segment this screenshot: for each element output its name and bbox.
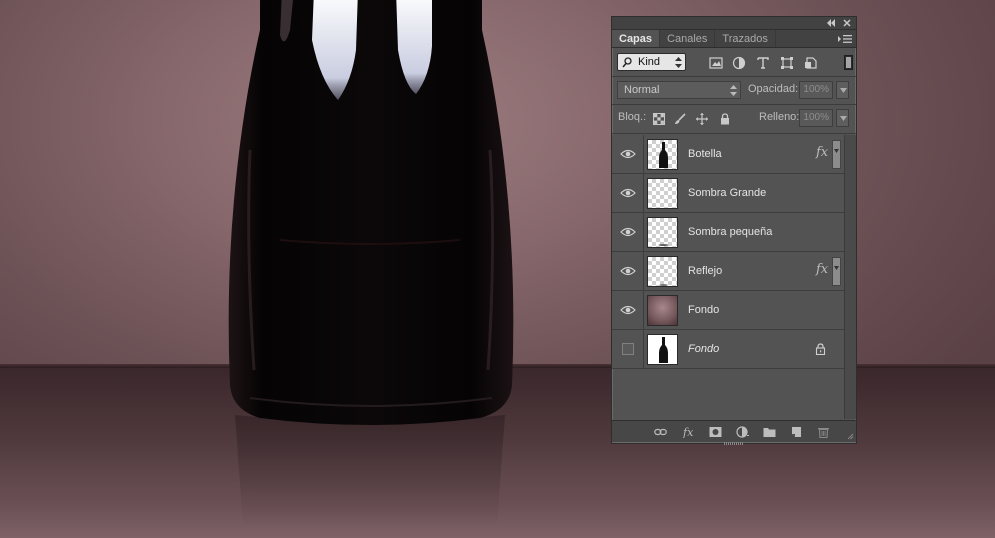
chevron-down-icon [834, 149, 839, 153]
layer-thumbnail [647, 295, 678, 326]
tab-canales[interactable]: Canales [660, 30, 716, 47]
panel-tabs: Capas Canales Trazados [612, 30, 856, 48]
panel-bottom-drag-handle[interactable] [724, 442, 744, 445]
layers-list: Botella fx Sombra Grande Sombra pequeña … [612, 135, 844, 419]
panel-footer-toolbar: fx [612, 420, 856, 442]
chevron-down-icon [834, 266, 839, 270]
chevron-updown-icon [675, 57, 682, 68]
wine-bottle-image [228, 0, 514, 425]
resize-grip-icon[interactable] [847, 433, 854, 440]
chevron-down-icon [840, 116, 847, 121]
chevron-updown-icon [730, 85, 737, 96]
new-layer-icon[interactable] [790, 426, 803, 438]
type-filter-icon[interactable] [756, 56, 770, 70]
layer-thumbnail [647, 139, 678, 170]
new-adjustment-layer-icon[interactable] [736, 426, 749, 438]
effects-expand-toggle[interactable] [832, 140, 841, 169]
chevron-down-icon [840, 88, 847, 93]
lock-all-icon[interactable] [719, 113, 731, 125]
lock-transparent-pixels-icon[interactable] [653, 113, 665, 125]
layer-row-fondo-gradient[interactable]: Fondo [612, 291, 844, 330]
filter-kind-select[interactable]: Kind [617, 53, 686, 71]
divider [643, 135, 644, 174]
divider [612, 133, 856, 134]
collapse-panel-icon[interactable] [826, 19, 836, 27]
layer-name: Sombra Grande [688, 187, 767, 199]
bottle-thumbnail-icon [659, 142, 668, 168]
visibility-eye-icon[interactable] [620, 186, 636, 200]
link-layers-icon[interactable] [654, 426, 667, 438]
divider [612, 76, 856, 77]
add-layer-style-fx-icon[interactable]: fx [682, 426, 695, 438]
divider [643, 330, 644, 369]
bottle-thumbnail-icon [659, 337, 668, 363]
layer-thumbnail [647, 256, 678, 287]
layer-row-reflejo[interactable]: Reflejo fx [612, 252, 844, 291]
layer-name: Sombra pequeña [688, 226, 773, 238]
divider [643, 213, 644, 252]
filter-row: Kind [612, 50, 856, 76]
layer-row-sombra-grande[interactable]: Sombra Grande [612, 174, 844, 213]
lock-icon [815, 343, 826, 355]
visibility-eye-icon[interactable] [620, 225, 636, 239]
layer-effects-icon[interactable]: fx [816, 145, 828, 160]
image-filter-icon[interactable] [709, 56, 723, 70]
layer-row-sombra-pequena[interactable]: Sombra pequeña [612, 213, 844, 252]
layer-row-botella[interactable]: Botella fx [612, 135, 844, 174]
smart-object-filter-icon[interactable] [804, 56, 818, 70]
layers-panel: Capas Canales Trazados Kind Normal Opaci… [611, 16, 857, 445]
reflection-thumbnail-icon [659, 284, 668, 286]
lock-image-pixels-brush-icon[interactable] [674, 113, 686, 125]
blend-mode-select[interactable]: Normal [617, 81, 741, 99]
tab-capas[interactable]: Capas [612, 30, 661, 47]
opacity-input[interactable]: 100% [799, 81, 833, 99]
close-icon[interactable] [843, 19, 851, 27]
fill-label: Relleno: [759, 111, 800, 123]
visibility-toggle-off[interactable] [622, 343, 634, 355]
new-group-folder-icon[interactable] [763, 426, 776, 438]
layer-name: Fondo [688, 343, 720, 355]
bottle-reflection [235, 415, 505, 525]
blend-mode-value: Normal [624, 84, 660, 96]
delete-layer-trash-icon[interactable] [817, 426, 830, 438]
lock-position-move-icon[interactable] [696, 113, 708, 125]
opacity-dropdown-button[interactable] [836, 81, 849, 99]
visibility-eye-icon[interactable] [620, 264, 636, 278]
svg-text:fx: fx [682, 426, 694, 438]
layer-effects-icon[interactable]: fx [816, 262, 828, 277]
divider [643, 252, 644, 291]
search-icon [622, 57, 632, 68]
tab-trazados[interactable]: Trazados [715, 30, 776, 47]
layer-thumbnail [647, 217, 678, 248]
layers-scrollbar[interactable] [844, 135, 856, 419]
effects-expand-toggle[interactable] [832, 257, 841, 286]
divider [643, 291, 644, 330]
panel-title-bar[interactable] [612, 17, 856, 30]
divider [612, 104, 856, 105]
layer-name: Reflejo [688, 265, 723, 277]
layer-name: Fondo [688, 304, 720, 316]
visibility-eye-icon[interactable] [620, 303, 636, 317]
fill-dropdown-button[interactable] [836, 109, 849, 127]
shadow-thumbnail-icon [658, 244, 669, 246]
visibility-eye-icon[interactable] [620, 147, 636, 161]
opacity-label: Opacidad: [748, 83, 799, 95]
layer-thumbnail [647, 178, 678, 209]
adjustment-filter-icon[interactable] [732, 56, 746, 70]
blend-row: Normal Opacidad: 100% [612, 78, 856, 104]
layer-row-fondo-background[interactable]: Fondo [612, 330, 844, 369]
lock-row: Bloq.: Relleno: 100% [612, 106, 856, 132]
layer-thumbnail [647, 334, 678, 365]
shape-filter-icon[interactable] [780, 56, 794, 70]
layer-name: Botella [688, 148, 722, 160]
fill-input[interactable]: 100% [799, 109, 833, 127]
filter-kind-label: Kind [638, 56, 661, 68]
filter-toggle-switch[interactable] [844, 55, 853, 70]
lock-label: Bloq.: [618, 111, 647, 123]
panel-menu-icon[interactable] [838, 34, 852, 44]
add-layer-mask-icon[interactable] [709, 426, 722, 438]
divider [643, 174, 644, 213]
